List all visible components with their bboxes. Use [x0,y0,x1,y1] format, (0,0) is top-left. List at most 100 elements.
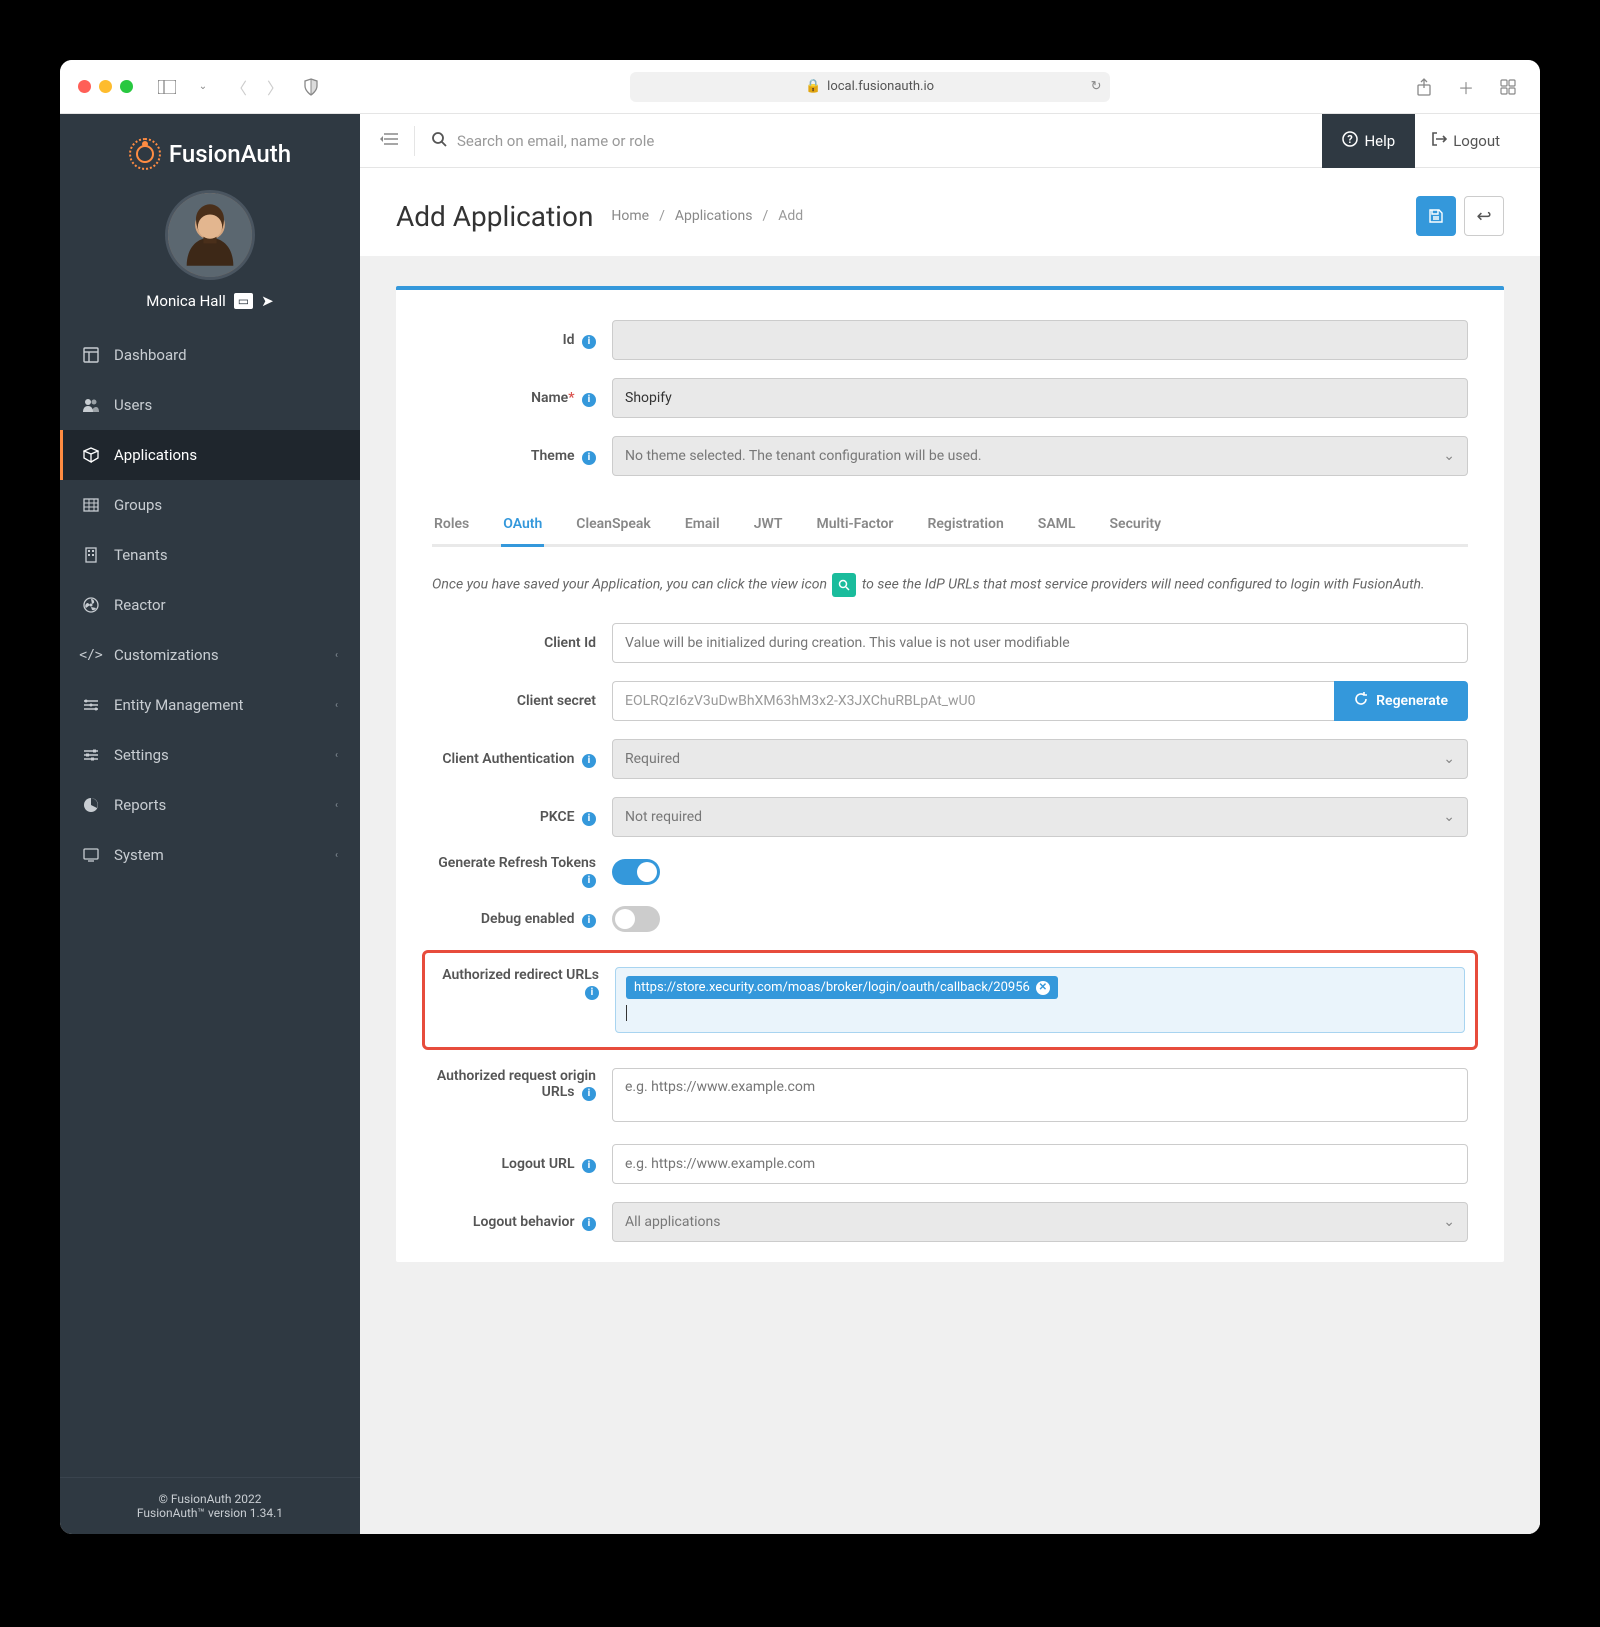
refresh-icon[interactable]: ↻ [1091,79,1102,94]
redirect-urls-input[interactable]: https://store.xecurity.com/moas/broker/l… [615,967,1465,1033]
sidebar-item-reactor[interactable]: Reactor [60,580,360,630]
breadcrumb-applications[interactable]: Applications [675,208,753,224]
sidebar: FusionAuth Monica Hall ▭ ➤ Dashboard [60,114,360,1534]
browser-window: ⌄ 〈 〉 🔒 local.fusionauth.io ↻ ＋ [60,60,1540,1534]
chevron-down-icon: ⌄ [1443,809,1455,825]
tabs-grid-icon[interactable] [1494,73,1522,101]
sidebar-item-applications[interactable]: Applications [60,430,360,480]
address-bar[interactable]: 🔒 local.fusionauth.io ↻ [630,72,1110,102]
sidebar-item-settings[interactable]: Settings ‹ [60,730,360,780]
sidebar-item-groups[interactable]: Groups [60,480,360,530]
share-icon[interactable] [1410,73,1438,101]
client-id-label: Client Id [432,635,612,651]
sidebar-item-tenants[interactable]: Tenants [60,530,360,580]
back-button[interactable]: 〈 [225,73,253,101]
client-auth-select[interactable]: Required ⌄ [612,739,1468,779]
shield-icon[interactable] [297,73,325,101]
refresh-tokens-toggle[interactable] [612,859,660,885]
client-auth-label: Client Authentication i [432,751,612,768]
sidebar-item-dashboard[interactable]: Dashboard [60,330,360,380]
close-window-button[interactable] [78,80,91,93]
dashboard-icon [82,347,100,363]
remove-token-icon[interactable]: ✕ [1036,981,1050,995]
client-auth-value: Required [625,751,680,767]
browser-titlebar: ⌄ 〈 〉 🔒 local.fusionauth.io ↻ ＋ [60,60,1540,114]
debug-toggle[interactable] [612,906,660,932]
back-button[interactable]: ↩ [1464,196,1504,236]
minimize-window-button[interactable] [99,80,112,93]
name-input[interactable] [612,378,1468,418]
info-icon[interactable]: i [585,986,599,1000]
info-icon[interactable]: i [582,393,596,407]
chevron-left-icon: ‹ [335,650,338,661]
info-icon[interactable]: i [582,1159,596,1173]
tab-security[interactable]: Security [1108,506,1164,547]
collapse-sidebar-icon[interactable] [380,131,398,150]
forward-button[interactable]: 〉 [261,73,289,101]
breadcrumb-home[interactable]: Home [611,208,649,224]
app-container: FusionAuth Monica Hall ▭ ➤ Dashboard [60,114,1540,1534]
client-id-input [612,623,1468,663]
topbar: ? Help Logout [360,114,1540,168]
info-icon[interactable]: i [582,451,596,465]
sidebar-item-reports[interactable]: Reports ‹ [60,780,360,830]
user-location-icon[interactable]: ➤ [261,292,274,310]
info-icon[interactable]: i [582,812,596,826]
form-row-client-auth: Client Authentication i Required ⌄ [432,739,1468,779]
logout-behavior-select[interactable]: All applications ⌄ [612,1202,1468,1242]
info-icon[interactable]: i [582,754,596,768]
sidebar-item-label: Dashboard [114,346,187,364]
tab-cleanspeak[interactable]: CleanSpeak [574,506,653,547]
search-icon [431,131,447,151]
tab-oauth[interactable]: OAuth [501,506,544,547]
logout-url-input[interactable] [612,1144,1468,1184]
tab-jwt[interactable]: JWT [752,506,785,547]
tab-saml[interactable]: SAML [1036,506,1078,547]
regenerate-button[interactable]: Regenerate [1334,681,1468,721]
info-icon[interactable]: i [582,1087,596,1101]
theme-label: Theme i [432,448,612,465]
info-icon[interactable]: i [582,1217,596,1231]
sidebar-item-customizations[interactable]: </> Customizations ‹ [60,630,360,680]
theme-select[interactable]: No theme selected. The tenant configurat… [612,436,1468,476]
form-row-pkce: PKCE i Not required ⌄ [432,797,1468,837]
brand-logo[interactable]: FusionAuth [80,138,340,170]
origin-urls-label: Authorized request origin URLs i [432,1068,612,1101]
form-row-client-secret: Client secret Regenerate [432,681,1468,721]
header-actions: ↩ [1416,196,1504,236]
info-icon[interactable]: i [582,335,596,349]
sidebar-item-users[interactable]: Users [60,380,360,430]
sidebar-toggle-icon[interactable] [153,73,181,101]
tenants-icon [82,547,100,563]
new-tab-icon[interactable]: ＋ [1452,73,1480,101]
logout-label: Logout [1453,132,1500,150]
tab-registration[interactable]: Registration [925,506,1005,547]
info-icon[interactable]: i [582,874,596,888]
help-button[interactable]: ? Help [1322,114,1415,168]
tab-multifactor[interactable]: Multi-Factor [814,506,895,547]
sidebar-item-entity-management[interactable]: Entity Management ‹ [60,680,360,730]
tabs-dropdown-icon[interactable]: ⌄ [189,73,217,101]
tab-email[interactable]: Email [683,506,722,547]
maximize-window-button[interactable] [120,80,133,93]
id-label: Id i [432,332,612,349]
origin-urls-input[interactable] [612,1068,1468,1122]
id-input[interactable] [612,320,1468,360]
user-card-icon[interactable]: ▭ [234,293,253,309]
sidebar-item-system[interactable]: System ‹ [60,830,360,880]
save-button[interactable] [1416,196,1456,236]
groups-icon [82,498,100,512]
code-icon: </> [82,648,100,663]
lock-icon: 🔒 [805,79,821,94]
logout-button[interactable]: Logout [1411,131,1520,151]
pkce-select[interactable]: Not required ⌄ [612,797,1468,837]
info-icon[interactable]: i [582,914,596,928]
client-secret-input[interactable] [612,681,1334,721]
avatar[interactable] [165,190,255,280]
main-content: ? Help Logout Add Application Home / App… [360,114,1540,1534]
help-icon: ? [1342,131,1358,151]
tab-roles[interactable]: Roles [432,506,471,547]
text-cursor [626,1005,627,1021]
search-input[interactable] [457,132,1306,150]
sidebar-footer: © FusionAuth 2022 FusionAuth™ version 1.… [60,1477,360,1534]
